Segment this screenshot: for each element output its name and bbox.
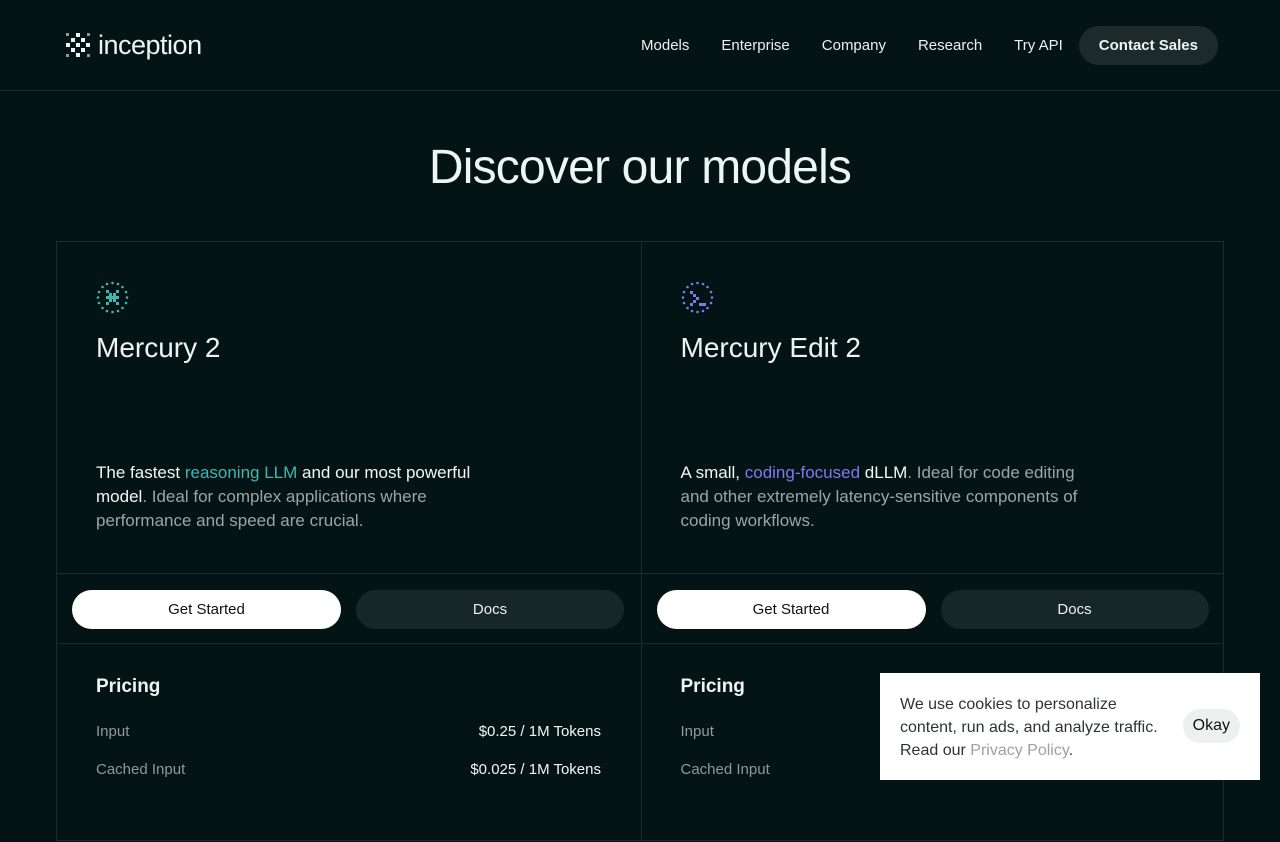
- desc-strong: dLLM: [860, 463, 908, 482]
- desc-accent[interactable]: coding-focused: [745, 463, 860, 482]
- price-label: Input: [96, 723, 130, 740]
- nav-try-api[interactable]: Try API: [998, 26, 1079, 65]
- docs-button[interactable]: Docs: [940, 590, 1209, 629]
- card-actions: Get Started Docs: [641, 573, 1223, 644]
- get-started-button[interactable]: Get Started: [656, 590, 926, 629]
- site-header: inception Models Enterprise Company Rese…: [0, 0, 1280, 91]
- desc-rest: . Ideal for complex applications where p…: [96, 487, 427, 530]
- desc-prefix: A small,: [680, 463, 745, 482]
- model-description: A small, coding-focused dLLM. Ideal for …: [681, 461, 1081, 533]
- model-card-mercury-2: Mercury 2 The fastest reasoning LLM and …: [57, 242, 641, 842]
- cookie-banner: We use cookies to personalize content, r…: [880, 673, 1260, 780]
- contact-sales-button[interactable]: Contact Sales: [1078, 26, 1218, 65]
- desc-accent[interactable]: reasoning LLM: [185, 463, 297, 482]
- get-started-button[interactable]: Get Started: [72, 590, 341, 629]
- nav-research[interactable]: Research: [902, 26, 998, 65]
- cookie-text: We use cookies to personalize content, r…: [900, 693, 1170, 762]
- cookie-suffix: .: [1068, 742, 1074, 759]
- price-label: Input: [680, 723, 714, 740]
- desc-prefix: The fastest: [96, 463, 185, 482]
- price-row-cached-input: Cached Input $0.025 / 1M Tokens: [96, 761, 601, 778]
- price-value: $0.025 / 1M Tokens: [470, 761, 601, 778]
- privacy-policy-link[interactable]: Privacy Policy: [970, 742, 1068, 759]
- terminal-prompt-icon: [681, 281, 713, 314]
- cookie-okay-button[interactable]: Okay: [1182, 709, 1240, 743]
- model-name: Mercury Edit 2: [680, 332, 862, 363]
- main-nav: Models Enterprise Company Research Try A…: [625, 26, 1218, 65]
- price-label: Cached Input: [96, 761, 186, 778]
- nav-company[interactable]: Company: [806, 26, 902, 65]
- pricing-title: Pricing: [680, 676, 745, 697]
- docs-button[interactable]: Docs: [356, 590, 624, 629]
- model-name: Mercury 2: [96, 332, 221, 363]
- model-description: The fastest reasoning LLM and our most p…: [96, 461, 496, 533]
- page-title: Discover our models: [428, 141, 852, 194]
- price-label: Cached Input: [680, 761, 770, 778]
- nav-enterprise[interactable]: Enterprise: [705, 26, 805, 65]
- nav-models[interactable]: Models: [625, 26, 705, 65]
- logo-text: inception: [98, 30, 202, 60]
- pricing-title: Pricing: [96, 676, 161, 697]
- price-value: $0.25 / 1M Tokens: [478, 723, 601, 740]
- price-row-input: Input $0.25 / 1M Tokens: [96, 723, 601, 740]
- logo[interactable]: inception: [66, 31, 202, 59]
- mercury-grid-icon: [96, 281, 129, 314]
- card-actions: Get Started Docs: [57, 573, 641, 644]
- inception-logo-icon: [66, 33, 90, 57]
